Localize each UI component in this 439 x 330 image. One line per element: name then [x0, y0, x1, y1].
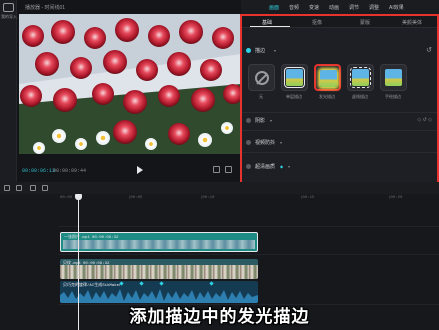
stroke-option-handdrawn[interactable]	[380, 64, 407, 91]
sidebar-import-label[interactable]: 我的导入	[1, 14, 17, 20]
tab-tune[interactable]: 调整	[369, 4, 379, 11]
player-title: 播放器 - 时间线01	[25, 5, 66, 11]
stroke-option-single[interactable]	[281, 64, 308, 91]
stroke-option-label: 发光描边	[319, 94, 335, 99]
mirror-icon[interactable]	[30, 185, 36, 191]
glow-stroke-icon	[320, 70, 337, 87]
total-timecode: 00:00:09:44	[53, 168, 87, 174]
stroke-toggle[interactable]	[246, 48, 251, 53]
split-icon[interactable]	[16, 185, 22, 191]
reset-icon[interactable]: ↺	[426, 46, 432, 54]
preview-image-rose-field	[19, 14, 241, 154]
beat-marker	[119, 281, 124, 286]
tab-ai-effects[interactable]: AI效果	[389, 4, 404, 11]
hd-quality-section-header[interactable]: 超清画质 ◆ ▾	[246, 162, 434, 172]
ruler-tick: 00:00	[60, 196, 73, 200]
shadow-section-header[interactable]: 阴影 ▾ ◇ ↺ ◇	[246, 116, 434, 126]
shadow-label: 阴影	[255, 118, 266, 124]
keyframe-controls-icon[interactable]: ◇ ↺ ◇	[417, 117, 432, 123]
hd-quality-toggle[interactable]	[246, 164, 251, 169]
tutorial-caption: 添加描边中的发光描边	[129, 307, 310, 326]
hd-quality-label: 超清画质	[255, 164, 276, 170]
clip-label: 贝纹.mp4 00:00:09:32	[63, 262, 110, 266]
ruler-tick: |00:15	[300, 196, 315, 200]
divider	[242, 130, 437, 131]
active-subtab-indicator	[250, 26, 290, 27]
video-clip-main[interactable]: 一张照片.mp4 00:00:09:32	[60, 232, 258, 252]
player-panel: 播放器 - 时间线01 00:00:06:13 00:00:09:44	[17, 0, 241, 182]
chevron-down-icon: ▾	[280, 140, 283, 145]
single-stroke-icon	[284, 67, 305, 88]
tab-speed[interactable]: 变速	[309, 4, 319, 11]
ruler-tick: |00:05	[128, 196, 143, 200]
subtab-cutout[interactable]: 抠像	[312, 19, 322, 26]
none-icon	[254, 70, 269, 85]
beat-marker	[159, 281, 164, 286]
tab-audio[interactable]: 音频	[289, 4, 299, 11]
track-separator	[58, 254, 439, 255]
picture-subtabs: 基础 抠像 蒙版 美颜美体	[242, 16, 437, 28]
chevron-down-icon: ▾	[288, 164, 291, 169]
current-timecode: 00:00:06:13	[22, 168, 56, 174]
tab-adjust[interactable]: 调节	[349, 4, 359, 11]
handdrawn-stroke-icon	[385, 69, 402, 86]
import-icon[interactable]	[3, 3, 14, 12]
property-tabs: 画面 音频 变速 动画 调节 调整 AI效果	[241, 0, 439, 14]
shadow-toggle[interactable]	[246, 118, 251, 123]
stroke-option-label: 虚线描边	[352, 94, 368, 99]
crop-icon[interactable]	[4, 185, 10, 191]
left-sidebar: 我的导入	[0, 0, 17, 190]
stabilize-section-header[interactable]: 视频防抖 ▾	[246, 138, 434, 148]
clip-label: 一张照片.mp4 00:00:09:32	[64, 236, 119, 240]
timeline-ruler[interactable]: 00:00 |00:05 |00:10 |00:15 |00:20	[0, 194, 439, 204]
subtab-mask[interactable]: 蒙版	[360, 19, 370, 26]
stabilize-label: 视频防抖	[255, 140, 276, 146]
stroke-option-glow[interactable]	[314, 64, 341, 91]
picture-property-panel: 基础 抠像 蒙版 美颜美体 描边 ▾ ↺ 无 单层描边 发光描边 虚线描边 手绘…	[240, 14, 439, 190]
vip-badge-icon: ◆	[280, 164, 284, 169]
tab-animation[interactable]: 动画	[329, 4, 339, 11]
clip-thumbnails	[60, 265, 258, 279]
fit-screen-icon[interactable]	[213, 166, 220, 173]
stroke-style-options: 无 单层描边 发光描边 虚线描边 手绘描边	[248, 64, 433, 104]
divider	[242, 152, 437, 153]
video-clip-secondary[interactable]: 贝纹.mp4 00:00:09:32	[60, 259, 258, 279]
divider	[242, 112, 437, 113]
stroke-label: 描边	[255, 48, 266, 54]
dashed-stroke-icon	[350, 67, 371, 88]
play-button[interactable]	[137, 166, 143, 174]
beat-marker	[139, 281, 144, 286]
ruler-tick: |00:20	[388, 196, 403, 200]
audio-clip[interactable]: 贝巧克的旋律/AI生成SikMaker	[60, 281, 258, 303]
chevron-down-icon: ▾	[270, 118, 273, 123]
stroke-option-label: 无	[259, 94, 263, 99]
audio-waveform	[60, 289, 258, 303]
beat-marker	[209, 281, 214, 286]
subtab-basic[interactable]: 基础	[262, 19, 272, 26]
stroke-option-none[interactable]	[248, 64, 275, 91]
tab-picture[interactable]: 画面	[269, 4, 279, 11]
chevron-down-icon: ▾	[274, 48, 277, 53]
stroke-option-dashed[interactable]	[347, 64, 374, 91]
timeline-toolbar	[0, 182, 439, 194]
ratio-icon[interactable]	[225, 166, 232, 173]
video-preview[interactable]	[19, 14, 241, 154]
stroke-option-label: 单层描边	[286, 94, 302, 99]
stroke-section-header[interactable]: 描边 ▾ ↺	[246, 46, 434, 56]
ruler-tick: |00:10	[200, 196, 215, 200]
stabilize-toggle[interactable]	[246, 140, 251, 145]
clip-thumbnails	[63, 240, 255, 249]
subtab-beauty[interactable]: 美颜美体	[402, 19, 422, 26]
track-separator	[58, 226, 439, 227]
video-editor-window: 我的导入 播放器 - 时间线01 00:00:06:13 00:00:09:44…	[0, 0, 439, 330]
freeze-icon[interactable]	[42, 185, 48, 191]
stroke-option-label: 手绘描边	[385, 94, 401, 99]
